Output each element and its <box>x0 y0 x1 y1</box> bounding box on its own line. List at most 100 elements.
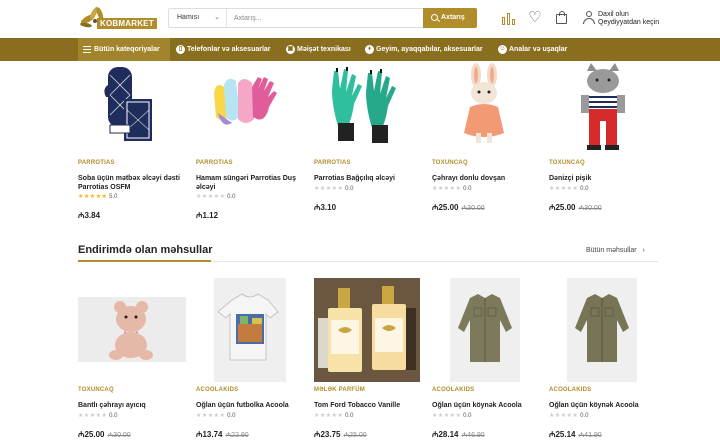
user-icon[interactable] <box>581 10 597 26</box>
product-image[interactable] <box>104 65 156 147</box>
product-image[interactable] <box>208 71 292 143</box>
star-rating-icon: ★★★★★ <box>549 413 579 419</box>
star-rating-icon: ★★★★★ <box>314 413 344 419</box>
nav-item-label: Geyim, ayaqqabılar, aksesuarlar <box>376 46 483 53</box>
nav-item-clothing[interactable]: ♦ Geyim, ayaqqabılar, aksesuarlar <box>365 38 483 61</box>
phone-icon: ▯ <box>176 45 185 54</box>
rating-value: 0.0 <box>580 186 589 192</box>
product-rating: ★★★★★ 0.0 <box>196 412 235 419</box>
product-brand: TOXUNCAQ <box>549 160 585 166</box>
register-link[interactable]: Qeydiyyatdan keçin <box>598 19 659 27</box>
product-brand: PARROTIAS <box>196 160 233 166</box>
search-category-select[interactable]: Hamısı ⌄ <box>169 9 227 27</box>
search-input[interactable] <box>228 9 423 27</box>
all-categories-label: Bütün kateqoriyalar <box>94 46 160 53</box>
product-rating: ★★★★★ 0.0 <box>432 412 471 419</box>
star-rating-icon: ★★★★★ <box>432 413 462 419</box>
product-name[interactable]: Oğlan üçün futbolka Acoola <box>196 401 308 410</box>
all-products-link[interactable]: Bütün məhsullar › <box>586 247 645 254</box>
search-category-value: Hamısı <box>177 14 200 21</box>
wishlist-heart-icon[interactable]: ♡ <box>527 10 543 26</box>
product-brand: ACOOLAKIDS <box>549 387 592 393</box>
product-name[interactable]: Tom Ford Tobacco Vanille <box>314 401 426 410</box>
section-divider-accent <box>78 260 211 262</box>
price-old: ₼30.00 <box>578 205 602 212</box>
product-rating: ★★★★★ 5.0 <box>78 193 117 200</box>
site-header: KOBMARKET Hamısı ⌄ Axtarış ♡ Daxil olun … <box>0 0 720 38</box>
product-rating: ★★★★★ 0.0 <box>78 412 117 419</box>
product-name[interactable]: Bantlı çəhrayı ayıcıq <box>78 401 190 410</box>
price-current: ₼13.74 <box>196 430 223 439</box>
nav-item-phones[interactable]: ▯ Telefonlar və aksesuarlar <box>176 38 271 61</box>
price-current: ₼1.12 <box>196 211 219 220</box>
product-brand: ACOOLAKIDS <box>196 387 239 393</box>
nav-item-label: Məişət texnikası <box>297 46 351 53</box>
price-old: ₼25.00 <box>343 432 367 439</box>
star-rating-icon: ★★★★★ <box>196 413 226 419</box>
baby-icon: ☺ <box>498 45 507 54</box>
product-price: ₼25.00 ₼30.00 <box>78 429 131 440</box>
logo-text: KOBMARKET <box>97 18 157 29</box>
product-image[interactable] <box>314 278 420 382</box>
product-name[interactable]: Oğlan üçün köynək Acoola <box>549 401 661 410</box>
nav-item-kids[interactable]: ☺ Analar və uşaqlar <box>498 38 567 61</box>
product-image[interactable] <box>567 278 637 382</box>
account-links: Daxil olun Qeydiyyatdan keçin <box>598 11 659 27</box>
product-price: ₼13.74 ₼22.90 <box>196 429 249 440</box>
product-image[interactable] <box>326 65 408 145</box>
product-name[interactable]: Çəhrayı donlu dovşan <box>432 174 544 183</box>
nav-item-label: Telefonlar və aksesuarlar <box>187 46 271 53</box>
product-name[interactable]: Parrotias Bağçılıq əlcəyi <box>314 174 426 183</box>
price-old: ₼41.90 <box>578 432 602 439</box>
all-products-label: Bütün məhsullar <box>586 247 637 254</box>
nav-item-label: Analar və uşaqlar <box>509 46 568 53</box>
product-brand: PARROTIAS <box>78 160 115 166</box>
search-button[interactable]: Axtarış <box>423 8 477 28</box>
price-current: ₼25.00 <box>432 203 459 212</box>
star-rating-icon: ★★★★★ <box>314 186 344 192</box>
shopping-bag-icon[interactable] <box>554 10 570 26</box>
category-nav: Bütün kateqoriyalar ▯ Telefonlar və akse… <box>0 38 720 61</box>
product-price: ₼1.12 <box>196 210 218 221</box>
price-current: ₼23.75 <box>314 430 341 439</box>
product-image[interactable] <box>78 297 186 362</box>
product-name[interactable]: Hamam süngəri Parrotias Duş əlcəyi <box>196 174 308 192</box>
rating-value: 0.0 <box>227 194 236 200</box>
appliance-icon: ▣ <box>286 45 295 54</box>
price-current: ₼25.00 <box>78 430 105 439</box>
product-rating: ★★★★★ 0.0 <box>196 193 235 200</box>
price-old: ₼30.00 <box>107 432 131 439</box>
login-link[interactable]: Daxil olun <box>598 11 659 19</box>
product-image[interactable] <box>456 63 514 149</box>
product-brand: ACOOLAKIDS <box>432 387 475 393</box>
rating-value: 0.0 <box>345 186 354 192</box>
site-logo[interactable]: KOBMARKET <box>78 5 157 32</box>
product-brand: TOXUNCAQ <box>432 160 468 166</box>
chevron-right-icon: › <box>642 247 645 254</box>
rating-value: 5.0 <box>109 194 118 200</box>
product-image[interactable] <box>573 61 633 153</box>
star-rating-icon: ★★★★★ <box>549 186 579 192</box>
product-price: ₼25.14 ₼41.90 <box>549 429 602 440</box>
price-old: ₼22.90 <box>225 432 249 439</box>
nav-item-appliances[interactable]: ▣ Məişət texnikası <box>286 38 351 61</box>
compare-icon[interactable] <box>500 10 516 26</box>
star-rating-icon: ★★★★★ <box>432 186 462 192</box>
product-rating: ★★★★★ 0.0 <box>549 185 588 192</box>
product-price: ₼3.84 <box>78 210 100 221</box>
rating-value: 0.0 <box>463 413 472 419</box>
star-rating-icon: ★★★★★ <box>196 194 226 200</box>
product-brand: TOXUNCAQ <box>78 387 114 393</box>
rating-value: 0.0 <box>227 413 236 419</box>
product-price: ₼3.10 <box>314 202 336 213</box>
rating-value: 0.0 <box>580 413 589 419</box>
product-price: ₼25.00 ₼30.00 <box>432 202 485 213</box>
product-name[interactable]: Dənizçi pişik <box>549 174 661 183</box>
product-name[interactable]: Soba üçün mətbəx əlcəyi dəsti Parrotias … <box>78 174 190 192</box>
all-categories-button[interactable]: Bütün kateqoriyalar <box>78 38 170 61</box>
product-image[interactable] <box>450 278 520 382</box>
product-price: ₼28.14 ₼46.90 <box>432 429 485 440</box>
product-image[interactable] <box>214 278 286 382</box>
product-price: ₼23.75 ₼25.00 <box>314 429 367 440</box>
product-name[interactable]: Oğlan üçün köynək Acoola <box>432 401 544 410</box>
